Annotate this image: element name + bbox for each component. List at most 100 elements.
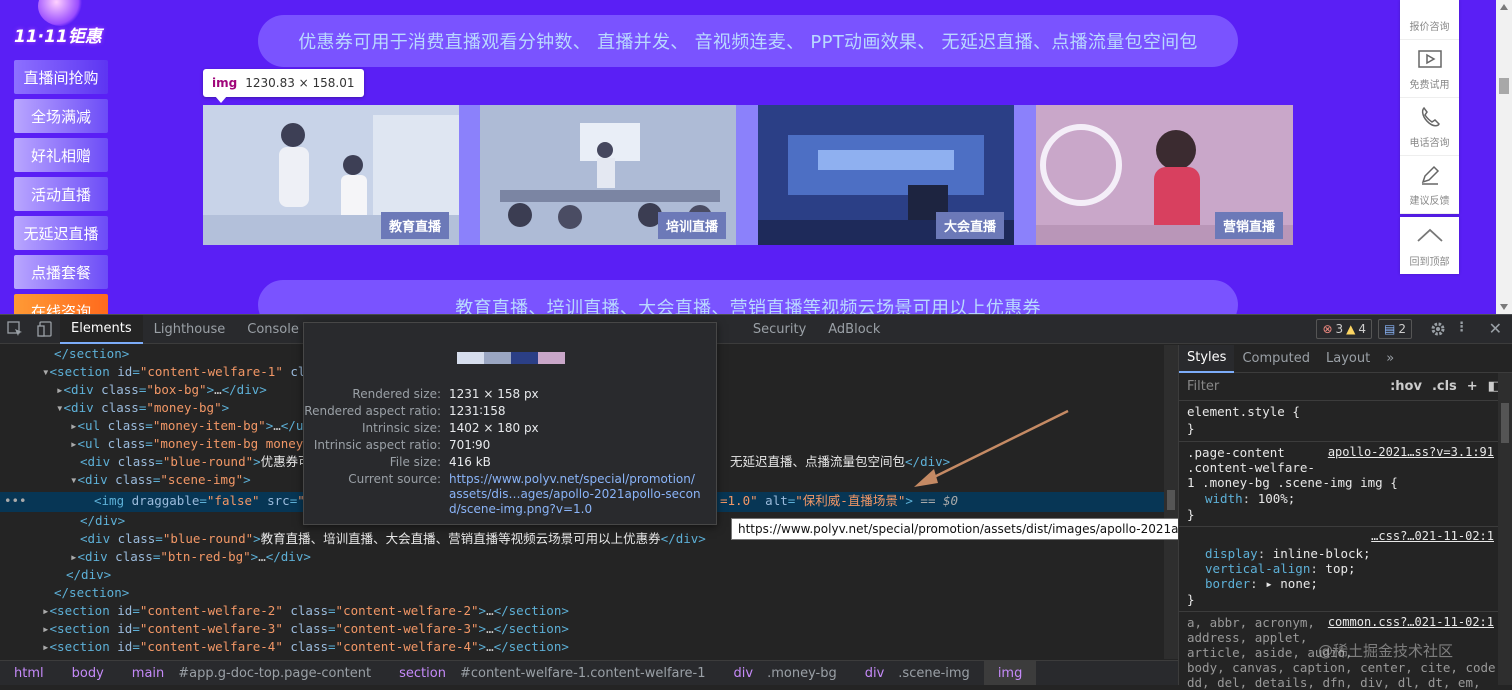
- scene-training: 培训直播: [480, 105, 736, 245]
- nav-item-discount[interactable]: 全场满减: [14, 99, 108, 133]
- close-icon[interactable]: ✕: [1489, 319, 1502, 338]
- more-options-icon[interactable]: ⋮: [1455, 320, 1468, 335]
- tab-security[interactable]: Security: [742, 315, 817, 344]
- tree-line[interactable]: ▸<ul class="money-item-bg money-: [70, 435, 311, 453]
- rule-source-link[interactable]: common.css?…021-11-02:1: [1328, 615, 1494, 629]
- elements-scroll-thumb[interactable]: [1167, 490, 1175, 510]
- device-toolbar-icon[interactable]: [30, 315, 60, 344]
- back-to-top-button[interactable]: 回到顶部: [1400, 217, 1459, 274]
- current-source-link[interactable]: https://www.polyv.net/special/promotion/…: [441, 472, 701, 517]
- intrinsic-aspect-row: Intrinsic aspect ratio: 701∶90: [313, 438, 491, 452]
- image-thumbnail: [457, 352, 565, 364]
- devtools-tabbar: Elements Lighthouse Console Security AdB…: [0, 314, 1512, 344]
- styles-filter-input[interactable]: Filter: [1187, 379, 1219, 394]
- elements-scrollbar[interactable]: [1164, 345, 1178, 659]
- more-tabs-icon[interactable]: »: [1378, 345, 1402, 373]
- tree-line-selected[interactable]: <img draggable="false" src="as: [94, 492, 320, 510]
- coupon-banner-bottom: 教育直播、培训直播、大会直播、营销直播等视频云场景可用以上优惠券: [258, 280, 1238, 314]
- styles-scroll-thumb[interactable]: [1501, 403, 1509, 443]
- tree-line[interactable]: ▾<div class="money-bg">: [56, 399, 229, 417]
- tree-line[interactable]: ▸<section id="content-welfare-3" class="…: [42, 620, 569, 638]
- left-nav: 直播间抢购 全场满减 好礼相赠 活动直播 无延迟直播 点播套餐 在线咨询: [14, 60, 108, 314]
- nav-item-low-latency[interactable]: 无延迟直播: [14, 216, 108, 250]
- breadcrumb-section[interactable]: section #content-welfare-1.content-welfar…: [385, 666, 719, 681]
- rule-divider: [1179, 526, 1499, 527]
- scroll-up-icon[interactable]: [1500, 4, 1508, 10]
- style-declaration[interactable]: width: 100%;: [1205, 491, 1295, 506]
- edit-icon: [1421, 165, 1439, 185]
- scroll-down-icon[interactable]: [1500, 304, 1508, 310]
- tree-line[interactable]: ▾<div class="scene-img">: [70, 471, 251, 489]
- tree-line[interactable]: </div>: [66, 566, 111, 584]
- phone-consult-button[interactable]: 电话咨询: [1400, 98, 1459, 156]
- tab-layout[interactable]: Layout: [1318, 345, 1378, 373]
- messages-badge[interactable]: ▤ 2: [1378, 319, 1412, 339]
- styles-scrollbar[interactable]: [1498, 373, 1512, 685]
- side-toolbar: 报价咨询 免费试用 电话咨询 建议反馈: [1400, 0, 1459, 214]
- tree-line[interactable]: ▸<section id="content-welfare-2" class="…: [42, 602, 569, 620]
- breadcrumb-body[interactable]: body: [58, 666, 118, 681]
- coupon-banner-top: 优惠券可用于消费直播观看分钟数、 直播并发、 音视频连麦、 PPT动画效果、 无…: [258, 15, 1238, 67]
- style-rule-selector: .content-welfare-: [1187, 460, 1315, 475]
- tree-line[interactable]: ▾<section id="content-welfare-1" cla: [42, 363, 313, 381]
- tree-line[interactable]: </section>: [54, 584, 129, 602]
- rule-source-link[interactable]: …css?…021-11-02:1: [1371, 529, 1494, 543]
- tab-elements[interactable]: Elements: [60, 314, 143, 344]
- cls-toggle[interactable]: .cls: [1432, 379, 1457, 394]
- nav-item-online-consult[interactable]: 在线咨询: [14, 294, 108, 314]
- tree-line[interactable]: ▸<section id="content-welfare-4" class="…: [42, 638, 569, 656]
- style-declaration[interactable]: vertical-align: top;: [1205, 561, 1356, 576]
- tooltip-tag: img: [212, 76, 238, 90]
- tree-line[interactable]: </section>: [54, 345, 129, 363]
- hov-toggle[interactable]: :hov: [1390, 379, 1422, 394]
- tab-styles[interactable]: Styles: [1179, 344, 1235, 373]
- scene-label: 教育直播: [380, 212, 449, 239]
- style-declaration[interactable]: display: inline-block;: [1205, 546, 1371, 561]
- tooltip-size: 1230.83 × 158.01: [245, 76, 355, 90]
- warning-icon: ▲: [1346, 322, 1356, 336]
- tree-line[interactable]: <div class="blue-round">优惠券可: [80, 453, 311, 471]
- logo[interactable]: 11·11钜惠: [14, 22, 102, 47]
- style-rule-selector: element.style {: [1187, 404, 1300, 419]
- tree-line[interactable]: ▸<div class="btn-red-bg">…</div>: [70, 548, 311, 566]
- nav-item-vod-package[interactable]: 点播套餐: [14, 255, 108, 289]
- scroll-thumb[interactable]: [1499, 78, 1509, 94]
- tree-line[interactable]: </div>: [80, 512, 125, 530]
- tab-lighthouse[interactable]: Lighthouse: [143, 315, 237, 344]
- tab-console[interactable]: Console: [236, 315, 310, 344]
- page-scrollbar[interactable]: [1496, 0, 1512, 314]
- style-rule-selector: .page-content: [1187, 445, 1285, 460]
- breadcrumb-img[interactable]: img: [983, 661, 1037, 685]
- error-icon: ⊗: [1322, 322, 1333, 336]
- new-rule-icon[interactable]: +: [1467, 379, 1478, 394]
- breadcrumb-html[interactable]: html: [0, 666, 58, 681]
- nav-item-event-live[interactable]: 活动直播: [14, 177, 108, 211]
- nav-item-live-buy[interactable]: 直播间抢购: [14, 60, 108, 94]
- feedback-button[interactable]: 建议反馈: [1400, 156, 1459, 214]
- rendered-size-row: Rendered size: 1231 × 158 px: [352, 387, 539, 401]
- style-declaration[interactable]: border: ▸ none;: [1205, 576, 1318, 591]
- scene-image[interactable]: 教育直播 培训直播 大会直播 营销直播: [203, 105, 1293, 245]
- breadcrumb-scene-img[interactable]: div .scene-img: [851, 666, 984, 681]
- tree-line[interactable]: <div class="blue-round">教育直播、培训直播、大会直播、营…: [80, 530, 706, 548]
- style-rule-selector: dd, del, details, dfn, div, dl, dt, em,: [1187, 675, 1481, 690]
- scene-education: 教育直播: [203, 105, 459, 245]
- nav-item-gift[interactable]: 好礼相赠: [14, 138, 108, 172]
- breadcrumb-main[interactable]: main #app.g-doc-top.page-content: [118, 666, 385, 681]
- breadcrumb-money-bg[interactable]: div .money-bg: [720, 666, 851, 681]
- tab-adblock[interactable]: AdBlock: [817, 315, 891, 344]
- tab-computed[interactable]: Computed: [1234, 345, 1318, 373]
- quote-consult-button[interactable]: 报价咨询: [1400, 0, 1459, 40]
- inspect-element-icon[interactable]: [0, 315, 30, 344]
- free-trial-button[interactable]: 免费试用: [1400, 40, 1459, 98]
- rule-divider: [1179, 611, 1499, 612]
- errors-badge[interactable]: ⊗ 3 ▲ 4: [1316, 319, 1373, 339]
- node-menu-icon[interactable]: •••: [4, 492, 27, 510]
- scene-label: 大会直播: [935, 212, 1004, 239]
- tree-line[interactable]: ▸<div class="box-bg">…</div>: [56, 381, 267, 399]
- rule-source-link[interactable]: apollo-2021…ss?v=3.1:91: [1328, 445, 1494, 459]
- settings-gear-icon[interactable]: [1430, 321, 1446, 341]
- tree-line[interactable]: ▸<ul class="money-item-bg">…</ul: [70, 417, 311, 435]
- dom-breadcrumb: html body main #app.g-doc-top.page-conten…: [0, 660, 1178, 685]
- back-to-top-label: 回到顶部: [1409, 257, 1450, 268]
